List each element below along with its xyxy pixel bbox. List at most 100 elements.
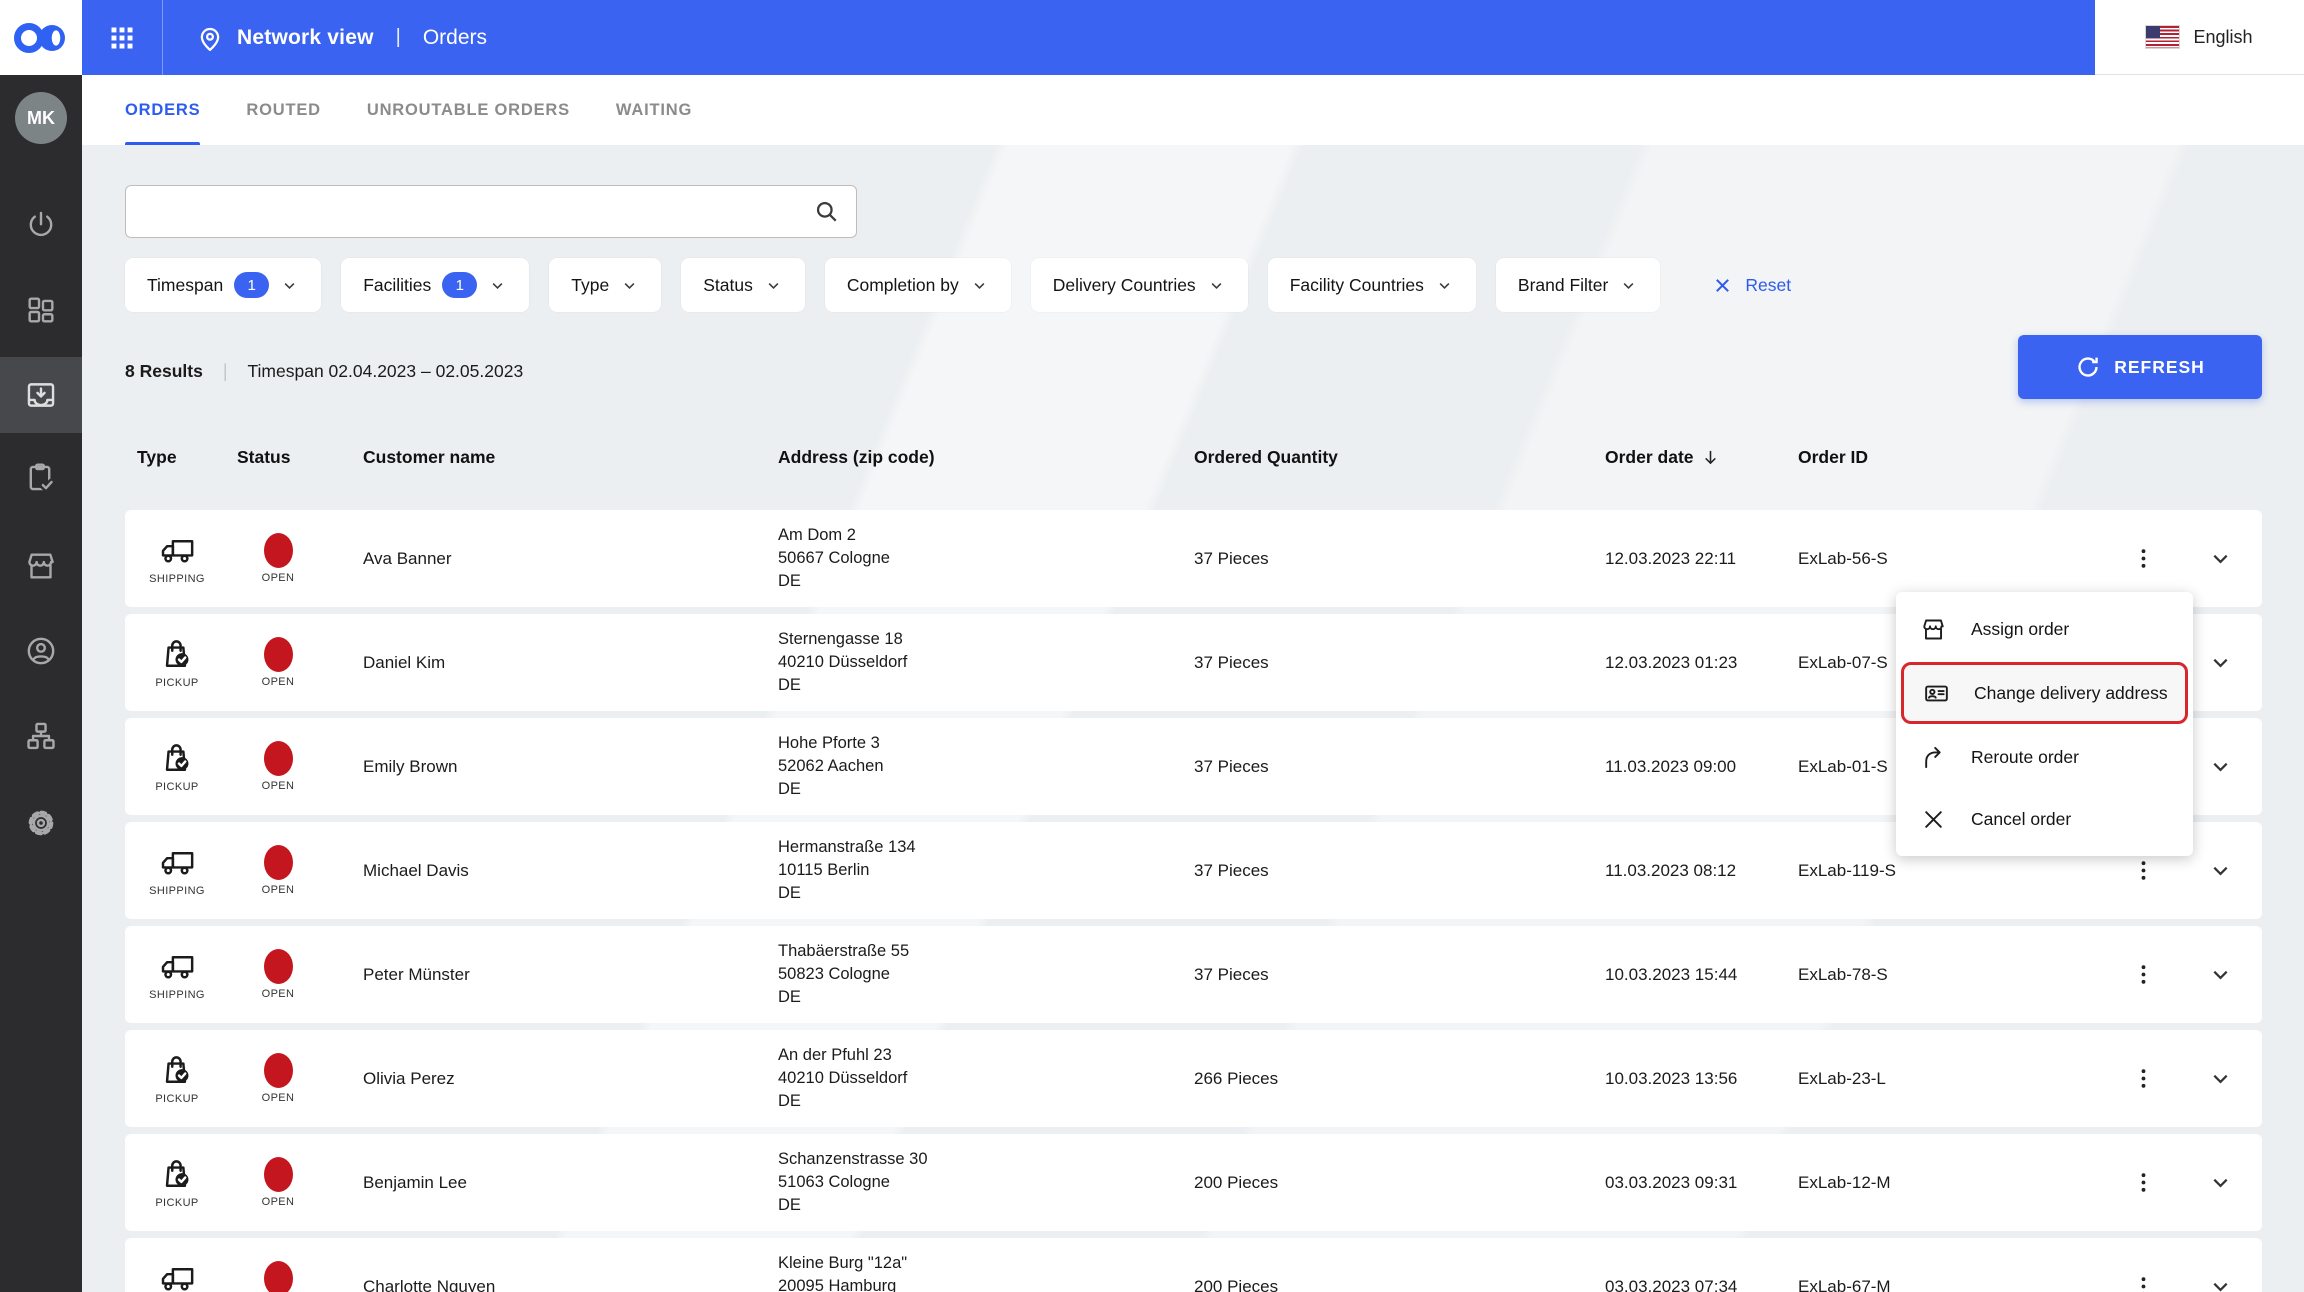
customer-name: Peter Münster xyxy=(363,965,778,985)
row-expand-button[interactable] xyxy=(2198,1057,2242,1101)
tab[interactable]: ROUTED xyxy=(246,75,320,145)
search-input[interactable] xyxy=(142,202,813,222)
row-expand-button[interactable] xyxy=(2198,1161,2242,1205)
customer-name: Benjamin Lee xyxy=(363,1173,778,1193)
results-bar: 8 Results | Timespan 02.04.2023 – 02.05.… xyxy=(125,341,523,401)
filter-chip[interactable]: Facility Countries xyxy=(1268,258,1476,312)
pickup-bag-icon xyxy=(159,1052,196,1089)
refresh-button[interactable]: REFRESH xyxy=(2018,335,2262,399)
filter-chips: Timespan 1 Facilities 1 Type Status Comp… xyxy=(125,258,1791,312)
table-header: Type Status Customer name Address (zip c… xyxy=(125,435,2262,480)
menu-item-change-delivery-address[interactable]: Change delivery address xyxy=(1901,662,2188,724)
row-context-menu: Assign order Change delivery address Rer… xyxy=(1896,592,2193,856)
row-actions-button[interactable] xyxy=(2121,953,2165,997)
row-expand-button[interactable] xyxy=(2198,745,2242,789)
sidebar-item-settings[interactable] xyxy=(0,792,82,854)
delivery-address: Thabäerstraße 55 50823 Cologne DE xyxy=(778,940,1194,1009)
row-expand-button[interactable] xyxy=(2198,953,2242,997)
sidebar-item-network[interactable] xyxy=(0,705,82,767)
tab-bar: ORDERS ROUTED UNROUTABLE ORDERS WAITING xyxy=(82,75,2304,145)
kebab-menu-icon xyxy=(2130,857,2157,884)
customer-name: Ava Banner xyxy=(363,549,778,569)
row-actions-button[interactable] xyxy=(2121,1161,2165,1205)
tab[interactable]: UNROUTABLE ORDERS xyxy=(367,75,570,145)
order-status: OPEN xyxy=(243,1053,313,1104)
sidebar-item-tasks[interactable] xyxy=(0,447,82,509)
status-label: OPEN xyxy=(262,780,295,792)
pickup-bag-icon xyxy=(159,1156,196,1193)
menu-item-assign-order[interactable]: Assign order xyxy=(1896,598,2193,660)
menu-item-cancel-order[interactable]: Cancel order xyxy=(1896,788,2193,850)
status-open-indicator xyxy=(264,949,293,984)
status-open-indicator xyxy=(264,1157,293,1192)
delivery-address: Sternengasse 18 40210 Düsseldorf DE xyxy=(778,628,1194,697)
order-status: OPEN xyxy=(243,845,313,896)
table-row[interactable]: SHIPPING OPEN Charlotte Nguyen Kleine Bu… xyxy=(125,1238,2262,1292)
column-customer[interactable]: Customer name xyxy=(363,447,778,468)
filter-chip[interactable]: Delivery Countries xyxy=(1031,258,1248,312)
row-expand-button[interactable] xyxy=(2198,849,2242,893)
app-grid-button[interactable] xyxy=(108,24,136,52)
order-id: ExLab-78-S xyxy=(1798,965,2060,985)
sidebar-item-dashboard[interactable] xyxy=(0,279,82,341)
column-quantity[interactable]: Ordered Quantity xyxy=(1194,447,1605,468)
column-order-date[interactable]: Order date xyxy=(1605,447,1798,468)
language-selector[interactable]: English xyxy=(2095,0,2304,75)
kebab-menu-icon xyxy=(2130,545,2157,572)
sidebar-item-store[interactable] xyxy=(0,535,82,597)
page-title: Orders xyxy=(423,26,487,50)
tab[interactable]: WAITING xyxy=(616,75,692,145)
map-pin-icon xyxy=(195,23,225,53)
filter-chip[interactable]: Status xyxy=(681,258,805,312)
address-line1: Am Dom 2 xyxy=(778,524,1194,547)
refresh-icon xyxy=(2075,354,2101,380)
column-address[interactable]: Address (zip code) xyxy=(778,447,1194,468)
pickup-bag-icon xyxy=(159,740,196,777)
menu-item-reroute-order[interactable]: Reroute order xyxy=(1896,726,2193,788)
row-actions-button[interactable] xyxy=(2121,537,2165,581)
column-type[interactable]: Type xyxy=(125,447,237,468)
filter-chip[interactable]: Facilities 1 xyxy=(341,258,529,312)
reset-label: Reset xyxy=(1745,275,1791,296)
avatar[interactable]: MK xyxy=(15,92,67,144)
reset-filters-button[interactable]: Reset xyxy=(1712,275,1791,296)
status-label: OPEN xyxy=(262,884,295,896)
sidebar-item-orders[interactable] xyxy=(0,357,82,433)
column-order-id[interactable]: Order ID xyxy=(1798,447,2060,468)
delivery-address: Schanzenstrasse 30 51063 Cologne DE xyxy=(778,1148,1194,1217)
filter-chip[interactable]: Completion by xyxy=(825,258,1011,312)
filter-chip[interactable]: Timespan 1 xyxy=(125,258,321,312)
chevron-down-icon xyxy=(488,276,507,295)
row-expand-button[interactable] xyxy=(2198,1265,2242,1292)
address-line3: DE xyxy=(778,570,1194,593)
table-row[interactable]: PICKUP OPEN Olivia Perez An der Pfuhl 23… xyxy=(125,1030,2262,1127)
top-header: Network view | Orders xyxy=(82,0,2095,75)
app-logo xyxy=(0,0,82,75)
order-status: OPEN xyxy=(243,533,313,584)
row-actions-button[interactable] xyxy=(2121,1265,2165,1292)
row-actions-button[interactable] xyxy=(2121,1057,2165,1101)
delivery-address: An der Pfuhl 23 40210 Düsseldorf DE xyxy=(778,1044,1194,1113)
filter-chip[interactable]: Type xyxy=(549,258,661,312)
tab[interactable]: ORDERS xyxy=(125,75,200,145)
order-type: SHIPPING xyxy=(131,844,223,897)
row-expand-button[interactable] xyxy=(2198,537,2242,581)
row-expand-button[interactable] xyxy=(2198,641,2242,685)
address-line1: Hohe Pforte 3 xyxy=(778,732,1194,755)
chevron-down-icon xyxy=(764,276,783,295)
address-line3: DE xyxy=(778,986,1194,1009)
status-label: OPEN xyxy=(262,676,295,688)
chevron-down-icon xyxy=(1435,276,1454,295)
order-type: PICKUP xyxy=(131,636,223,689)
filter-chip[interactable]: Brand Filter xyxy=(1496,258,1660,312)
column-status[interactable]: Status xyxy=(237,447,363,468)
reroute-icon xyxy=(1920,744,1947,771)
sidebar-item-account[interactable] xyxy=(0,620,82,682)
table-row[interactable]: SHIPPING OPEN Peter Münster Thabäerstraß… xyxy=(125,926,2262,1023)
contact-card-icon xyxy=(1923,680,1950,707)
table-row[interactable]: PICKUP OPEN Benjamin Lee Schanzenstrasse… xyxy=(125,1134,2262,1231)
status-open-indicator xyxy=(264,741,293,776)
chip-label: Facility Countries xyxy=(1290,275,1424,296)
sidebar-item-logout[interactable] xyxy=(0,194,82,256)
status-open-indicator xyxy=(264,1053,293,1088)
